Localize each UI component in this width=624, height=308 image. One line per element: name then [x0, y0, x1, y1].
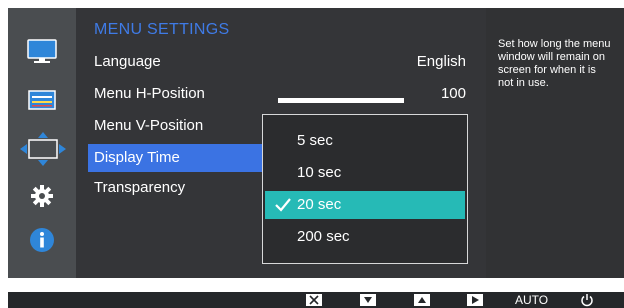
description-text: Set how long the menu window will remain… [498, 38, 611, 89]
auto-button[interactable]: AUTO [515, 292, 548, 308]
menu-item-h-position[interactable]: Menu H-Position [76, 80, 266, 108]
osd-sidebar [8, 8, 76, 278]
display-time-dropdown: 5 sec 10 sec 20 sec 200 sec [262, 114, 468, 264]
option-5-sec[interactable]: 5 sec [265, 127, 465, 155]
menu-item-label: Display Time [94, 149, 180, 166]
down-icon[interactable] [360, 294, 376, 306]
checkmark-icon [275, 198, 291, 212]
menu-item-display-time[interactable]: Display Time [88, 144, 262, 172]
enter-icon[interactable] [467, 294, 483, 306]
option-label: 20 sec [297, 196, 342, 213]
picture-icon[interactable] [26, 84, 58, 116]
description-panel: Set how long the menu window will remain… [486, 8, 624, 278]
option-label: 10 sec [297, 164, 342, 181]
menu-item-transparency[interactable]: Transparency [76, 174, 266, 202]
option-20-sec[interactable]: 20 sec [265, 191, 465, 219]
menu-item-language[interactable]: Language [76, 48, 266, 76]
menu-item-label: Menu V-Position [94, 117, 204, 134]
power-icon[interactable] [580, 293, 594, 307]
h-position-slider[interactable] [278, 98, 404, 103]
position-icon[interactable] [18, 131, 68, 167]
monitor-icon[interactable] [26, 36, 58, 68]
option-label: 5 sec [297, 132, 333, 149]
menu-item-label: Transparency [94, 179, 186, 196]
option-10-sec[interactable]: 10 sec [265, 159, 465, 187]
info-icon[interactable] [26, 224, 58, 256]
menu-title: MENU SETTINGS [94, 21, 230, 38]
menu-item-v-position[interactable]: Menu V-Position [76, 112, 266, 140]
h-position-value: 100 [440, 85, 466, 102]
language-value: English [416, 53, 466, 70]
menu-item-label: Menu H-Position [94, 85, 205, 102]
up-icon[interactable] [414, 294, 430, 306]
option-label: 200 sec [297, 228, 350, 245]
close-icon[interactable] [306, 294, 322, 306]
option-200-sec[interactable]: 200 sec [265, 223, 465, 251]
menu-item-label: Language [94, 53, 161, 70]
menu-settings-panel: MENU SETTINGS Language English Menu H-Po… [76, 8, 486, 278]
gear-icon[interactable] [26, 180, 58, 212]
bottom-button-bar: AUTO [8, 292, 624, 308]
